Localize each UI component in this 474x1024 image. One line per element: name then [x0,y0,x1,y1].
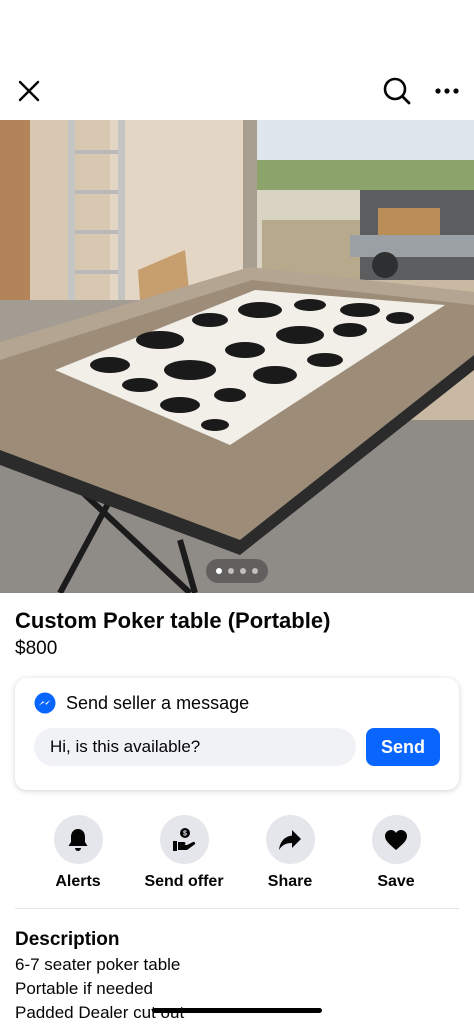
message-header: Send seller a message [34,692,440,714]
alerts-button[interactable] [53,815,103,864]
svg-text:$: $ [183,830,187,837]
close-icon [18,80,40,102]
photo-dot-3[interactable] [240,568,246,574]
send-offer-icon: $ [173,827,196,851]
save-button[interactable] [371,815,421,864]
photo-dot-2[interactable] [228,568,234,574]
more-horizontal-icon [435,88,459,94]
share-action[interactable]: Share [240,815,340,908]
save-label: Save [377,873,415,890]
send-button[interactable]: Send [366,728,440,766]
close-button[interactable] [16,78,42,104]
description-section: Description 6-7 seater poker table Porta… [0,909,474,1024]
listing-title: Custom Poker table (Portable) [15,608,331,633]
home-indicator [152,1008,322,1013]
more-options-button[interactable] [434,87,460,95]
message-seller-card: Send seller a message Hi, is this availa… [15,678,459,790]
photo-dot-1[interactable] [216,568,222,574]
message-input[interactable]: Hi, is this available? [34,728,356,766]
alerts-action[interactable]: Alerts [28,815,128,908]
share-label: Share [267,873,313,890]
photo-dot-4[interactable] [252,568,258,574]
listing-price: $800 [15,638,58,659]
description-title: Description [15,929,120,950]
send-offer-action[interactable]: $ Send offer [134,815,234,908]
save-action[interactable]: Save [346,815,446,908]
description-line: 6-7 seater poker table [15,955,181,974]
description-line: Portable if needed [15,979,153,998]
share-button[interactable] [265,815,315,864]
listing-info: Custom Poker table (Portable) $800 [0,593,474,662]
heart-icon [385,829,407,850]
share-icon [279,829,301,850]
send-offer-label: Send offer [144,873,224,890]
poker-table-photo [0,120,474,593]
message-row: Hi, is this available? Send [34,728,440,766]
photo-pagination[interactable] [206,559,268,583]
top-bar [0,62,474,120]
messenger-icon [34,692,56,714]
search-icon [383,77,411,105]
alerts-label: Alerts [55,873,101,890]
bell-icon [68,828,88,851]
action-bar: Alerts $ Send offer Share Save [15,790,459,909]
listing-photo[interactable] [0,120,474,593]
message-header-label: Send seller a message [66,692,250,713]
send-offer-button[interactable]: $ [159,815,209,864]
status-bar [0,0,474,62]
search-button[interactable] [382,76,412,106]
